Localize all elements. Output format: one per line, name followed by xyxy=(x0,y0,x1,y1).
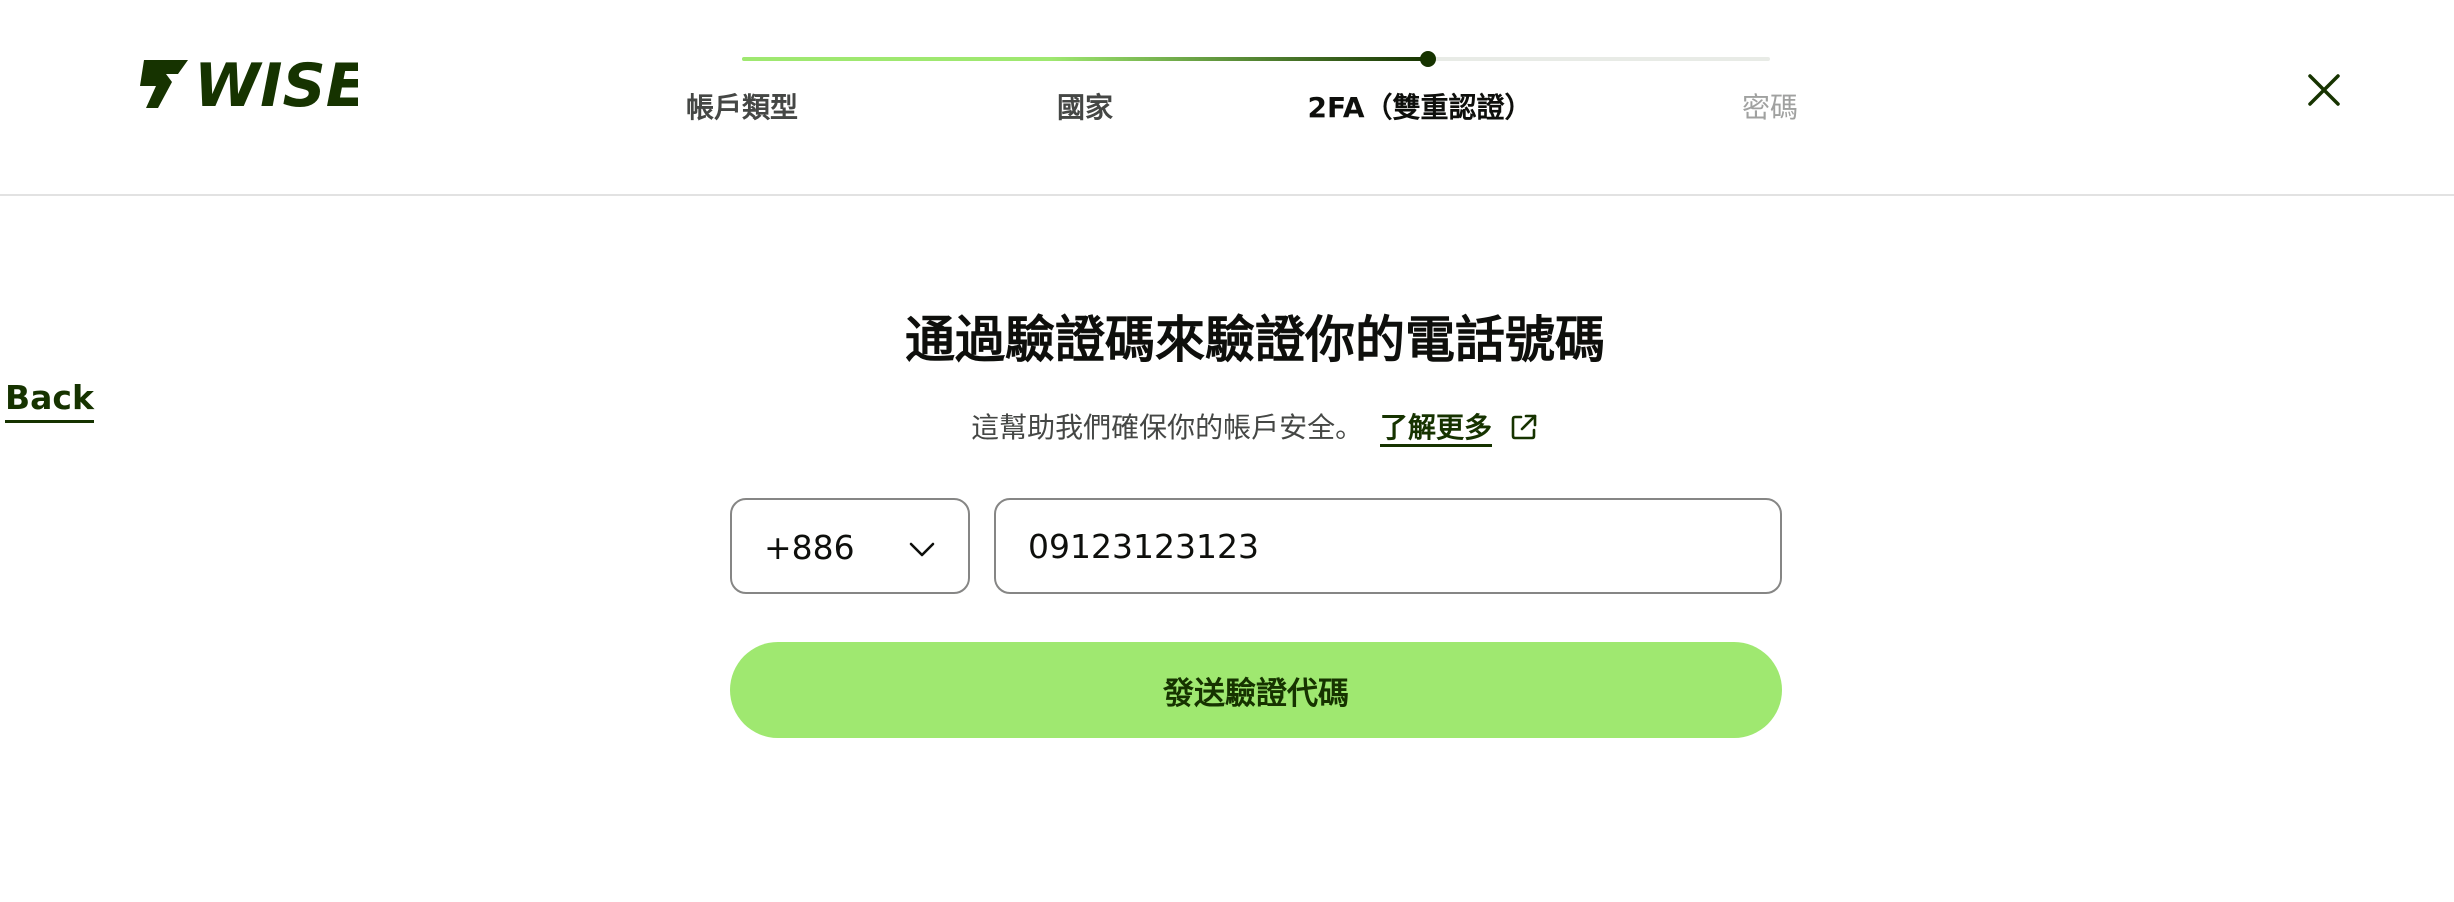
page-title: 通過驗證碼來驗證你的電話號碼 xyxy=(905,311,1605,369)
external-link-icon[interactable] xyxy=(1509,412,1539,442)
close-icon[interactable] xyxy=(2304,70,2344,110)
subtitle-row: 這幫助我們確保你的帳戶安全。 了解更多 xyxy=(0,406,2454,450)
step-account-type: 帳戶類型 xyxy=(685,91,799,124)
learn-more-link[interactable]: 了解更多 xyxy=(1380,411,1493,447)
step-country: 國家 xyxy=(1056,91,1114,124)
step-password: 密碼 xyxy=(1741,91,1799,124)
subtitle-text: 這幫助我們確保你的帳戶安全。 xyxy=(971,411,1364,444)
send-verification-code-button[interactable]: 發送驗證代碼 xyxy=(730,642,1782,738)
signup-stepper: 帳戶類型 國家 2FA（雙重認證） 密碼 xyxy=(0,0,2454,196)
header: WISE 帳戶類型 國家 2FA（雙重認證） 密碼 xyxy=(0,0,2454,196)
phone-number-row: +886 xyxy=(730,498,1782,594)
country-code-select[interactable]: +886 xyxy=(730,498,970,594)
step-2fa: 2FA（雙重認證） xyxy=(1307,91,1533,124)
current-step-indicator xyxy=(1420,51,1436,67)
page: WISE 帳戶類型 國家 2FA（雙重認證） 密碼 Back 通過驗證碼來驗證你… xyxy=(0,0,2454,902)
phone-number-input[interactable] xyxy=(994,498,1782,594)
stepper-progress xyxy=(742,57,1428,61)
chevron-down-icon xyxy=(909,542,935,557)
country-code-value: +886 xyxy=(764,528,855,567)
